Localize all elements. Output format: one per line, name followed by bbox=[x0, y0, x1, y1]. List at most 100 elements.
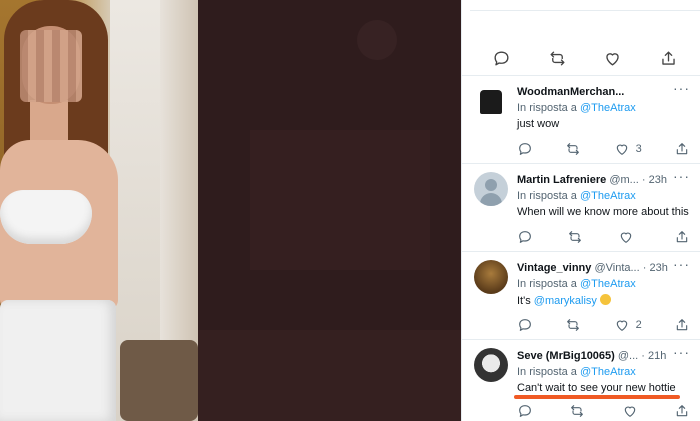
share-icon bbox=[676, 319, 688, 331]
reply-text: It's @marykalisy bbox=[517, 294, 611, 307]
mention-link[interactable]: @TheAtrax bbox=[580, 366, 636, 378]
share-icon bbox=[676, 231, 688, 243]
reply-text: When will we know more about this bbox=[517, 206, 689, 218]
like-icon bbox=[606, 52, 620, 66]
more-icon[interactable]: ··· bbox=[673, 256, 690, 272]
reply-item[interactable]: Seve (MrBig10065) @... · 21h ··· In risp… bbox=[462, 340, 700, 421]
in-reply-label: In risposta a bbox=[517, 190, 577, 202]
user-handle[interactable]: @Vinta... bbox=[594, 262, 639, 274]
user-name[interactable]: Seve (MrBig10065) bbox=[517, 350, 615, 362]
retweet-button[interactable] bbox=[565, 316, 581, 334]
retweet-button[interactable] bbox=[565, 140, 581, 158]
reply-button[interactable] bbox=[517, 228, 533, 246]
retweet-icon bbox=[567, 143, 580, 155]
like-count: 3 bbox=[635, 143, 642, 155]
share-button[interactable] bbox=[674, 316, 690, 334]
like-button[interactable] bbox=[618, 228, 640, 246]
mention-link[interactable]: @TheAtrax bbox=[580, 278, 636, 290]
reply-header: Martin Lafreniere @m... · 23h bbox=[517, 174, 674, 186]
tweet-action-bar bbox=[462, 0, 700, 76]
replies-column: WoodmanMerchan... ··· In risposta a @The… bbox=[461, 0, 700, 421]
reply-icon bbox=[519, 143, 531, 155]
retweet-icon bbox=[571, 405, 584, 417]
reply-item[interactable]: WoodmanMerchan... ··· In risposta a @The… bbox=[462, 76, 700, 164]
reply-button[interactable] bbox=[517, 402, 533, 420]
avatar[interactable] bbox=[474, 260, 508, 294]
reply-icon bbox=[519, 231, 531, 243]
avatar[interactable] bbox=[474, 172, 508, 206]
reply-time[interactable]: · 23h bbox=[642, 174, 667, 186]
share-button[interactable] bbox=[674, 140, 690, 158]
share-button[interactable] bbox=[659, 49, 678, 67]
like-icon bbox=[624, 406, 635, 417]
photo-pants bbox=[0, 300, 116, 421]
retweet-button[interactable] bbox=[567, 228, 583, 246]
in-reply-to: In risposta a @TheAtrax bbox=[517, 278, 636, 290]
like-button[interactable] bbox=[603, 49, 622, 67]
like-button[interactable]: 2 bbox=[614, 316, 642, 334]
reply-actions: 3 bbox=[517, 140, 690, 158]
like-button[interactable]: 3 bbox=[614, 140, 642, 158]
photo bbox=[0, 0, 198, 421]
more-icon[interactable]: ··· bbox=[673, 80, 690, 96]
photo-top bbox=[0, 190, 92, 244]
reply-text: just wow bbox=[517, 118, 560, 130]
reply-header: WoodmanMerchan... bbox=[517, 86, 674, 98]
in-reply-label: In risposta a bbox=[517, 366, 577, 378]
share-button[interactable] bbox=[674, 402, 690, 420]
user-handle[interactable]: @m... bbox=[609, 174, 639, 186]
share-icon bbox=[662, 50, 675, 65]
like-button[interactable] bbox=[622, 402, 638, 420]
reply-item[interactable]: Vintage_vinny @Vinta... · 23h ··· In ris… bbox=[462, 252, 700, 340]
photo-chair bbox=[120, 340, 198, 421]
retweet-button[interactable] bbox=[569, 402, 585, 420]
divider bbox=[470, 10, 700, 11]
reply-icon bbox=[519, 319, 531, 331]
reply-header: Vintage_vinny @Vinta... · 23h bbox=[517, 262, 674, 274]
retweet-button[interactable] bbox=[548, 49, 567, 67]
reply-time[interactable]: · 21h bbox=[641, 350, 666, 362]
reply-icon bbox=[519, 405, 531, 417]
like-icon bbox=[620, 232, 631, 243]
user-handle[interactable]: @... bbox=[618, 350, 638, 362]
like-icon bbox=[616, 144, 627, 155]
avatar[interactable] bbox=[474, 348, 508, 382]
retweet-icon bbox=[569, 231, 582, 243]
mention-link[interactable]: @TheAtrax bbox=[580, 102, 636, 114]
in-reply-to: In risposta a @TheAtrax bbox=[517, 190, 636, 202]
share-button[interactable] bbox=[674, 228, 690, 246]
main-actions bbox=[492, 49, 678, 67]
mention-link[interactable]: @marykalisy bbox=[534, 295, 597, 307]
reply-actions bbox=[517, 228, 690, 246]
share-icon bbox=[676, 405, 688, 417]
in-reply-to: In risposta a @TheAtrax bbox=[517, 366, 636, 378]
more-icon[interactable]: ··· bbox=[673, 168, 690, 184]
reply-icon bbox=[494, 50, 509, 66]
user-name[interactable]: Martin Lafreniere bbox=[517, 174, 606, 186]
in-reply-label: In risposta a bbox=[517, 102, 577, 114]
retweet-icon bbox=[550, 50, 565, 66]
like-icon bbox=[616, 320, 627, 331]
mention-link[interactable]: @TheAtrax bbox=[580, 190, 636, 202]
reply-item[interactable]: Martin Lafreniere @m... · 23h ··· In ris… bbox=[462, 164, 700, 252]
reply-button[interactable] bbox=[517, 140, 533, 158]
user-name[interactable]: Vintage_vinny bbox=[517, 262, 591, 274]
reply-header: Seve (MrBig10065) @... · 21h bbox=[517, 350, 674, 362]
reply-actions: 2 bbox=[517, 316, 690, 334]
reply-button[interactable] bbox=[492, 49, 511, 67]
reply-button[interactable] bbox=[517, 316, 533, 334]
reply-text: Can't wait to see your new hottie bbox=[517, 382, 676, 394]
in-reply-to: In risposta a @TheAtrax bbox=[517, 102, 636, 114]
media-viewer[interactable] bbox=[0, 0, 461, 421]
more-icon[interactable]: ··· bbox=[673, 344, 690, 360]
reply-text-prefix: It's bbox=[517, 295, 531, 307]
retweet-icon bbox=[567, 319, 580, 331]
grinning-emoji-icon bbox=[599, 294, 611, 305]
avatar[interactable] bbox=[474, 84, 508, 118]
highlight-underline bbox=[514, 395, 680, 399]
user-name[interactable]: WoodmanMerchan... bbox=[517, 86, 624, 98]
reply-time[interactable]: · 23h bbox=[643, 262, 668, 274]
face-blur bbox=[20, 30, 82, 102]
in-reply-label: In risposta a bbox=[517, 278, 577, 290]
overlay-shape bbox=[198, 330, 461, 421]
